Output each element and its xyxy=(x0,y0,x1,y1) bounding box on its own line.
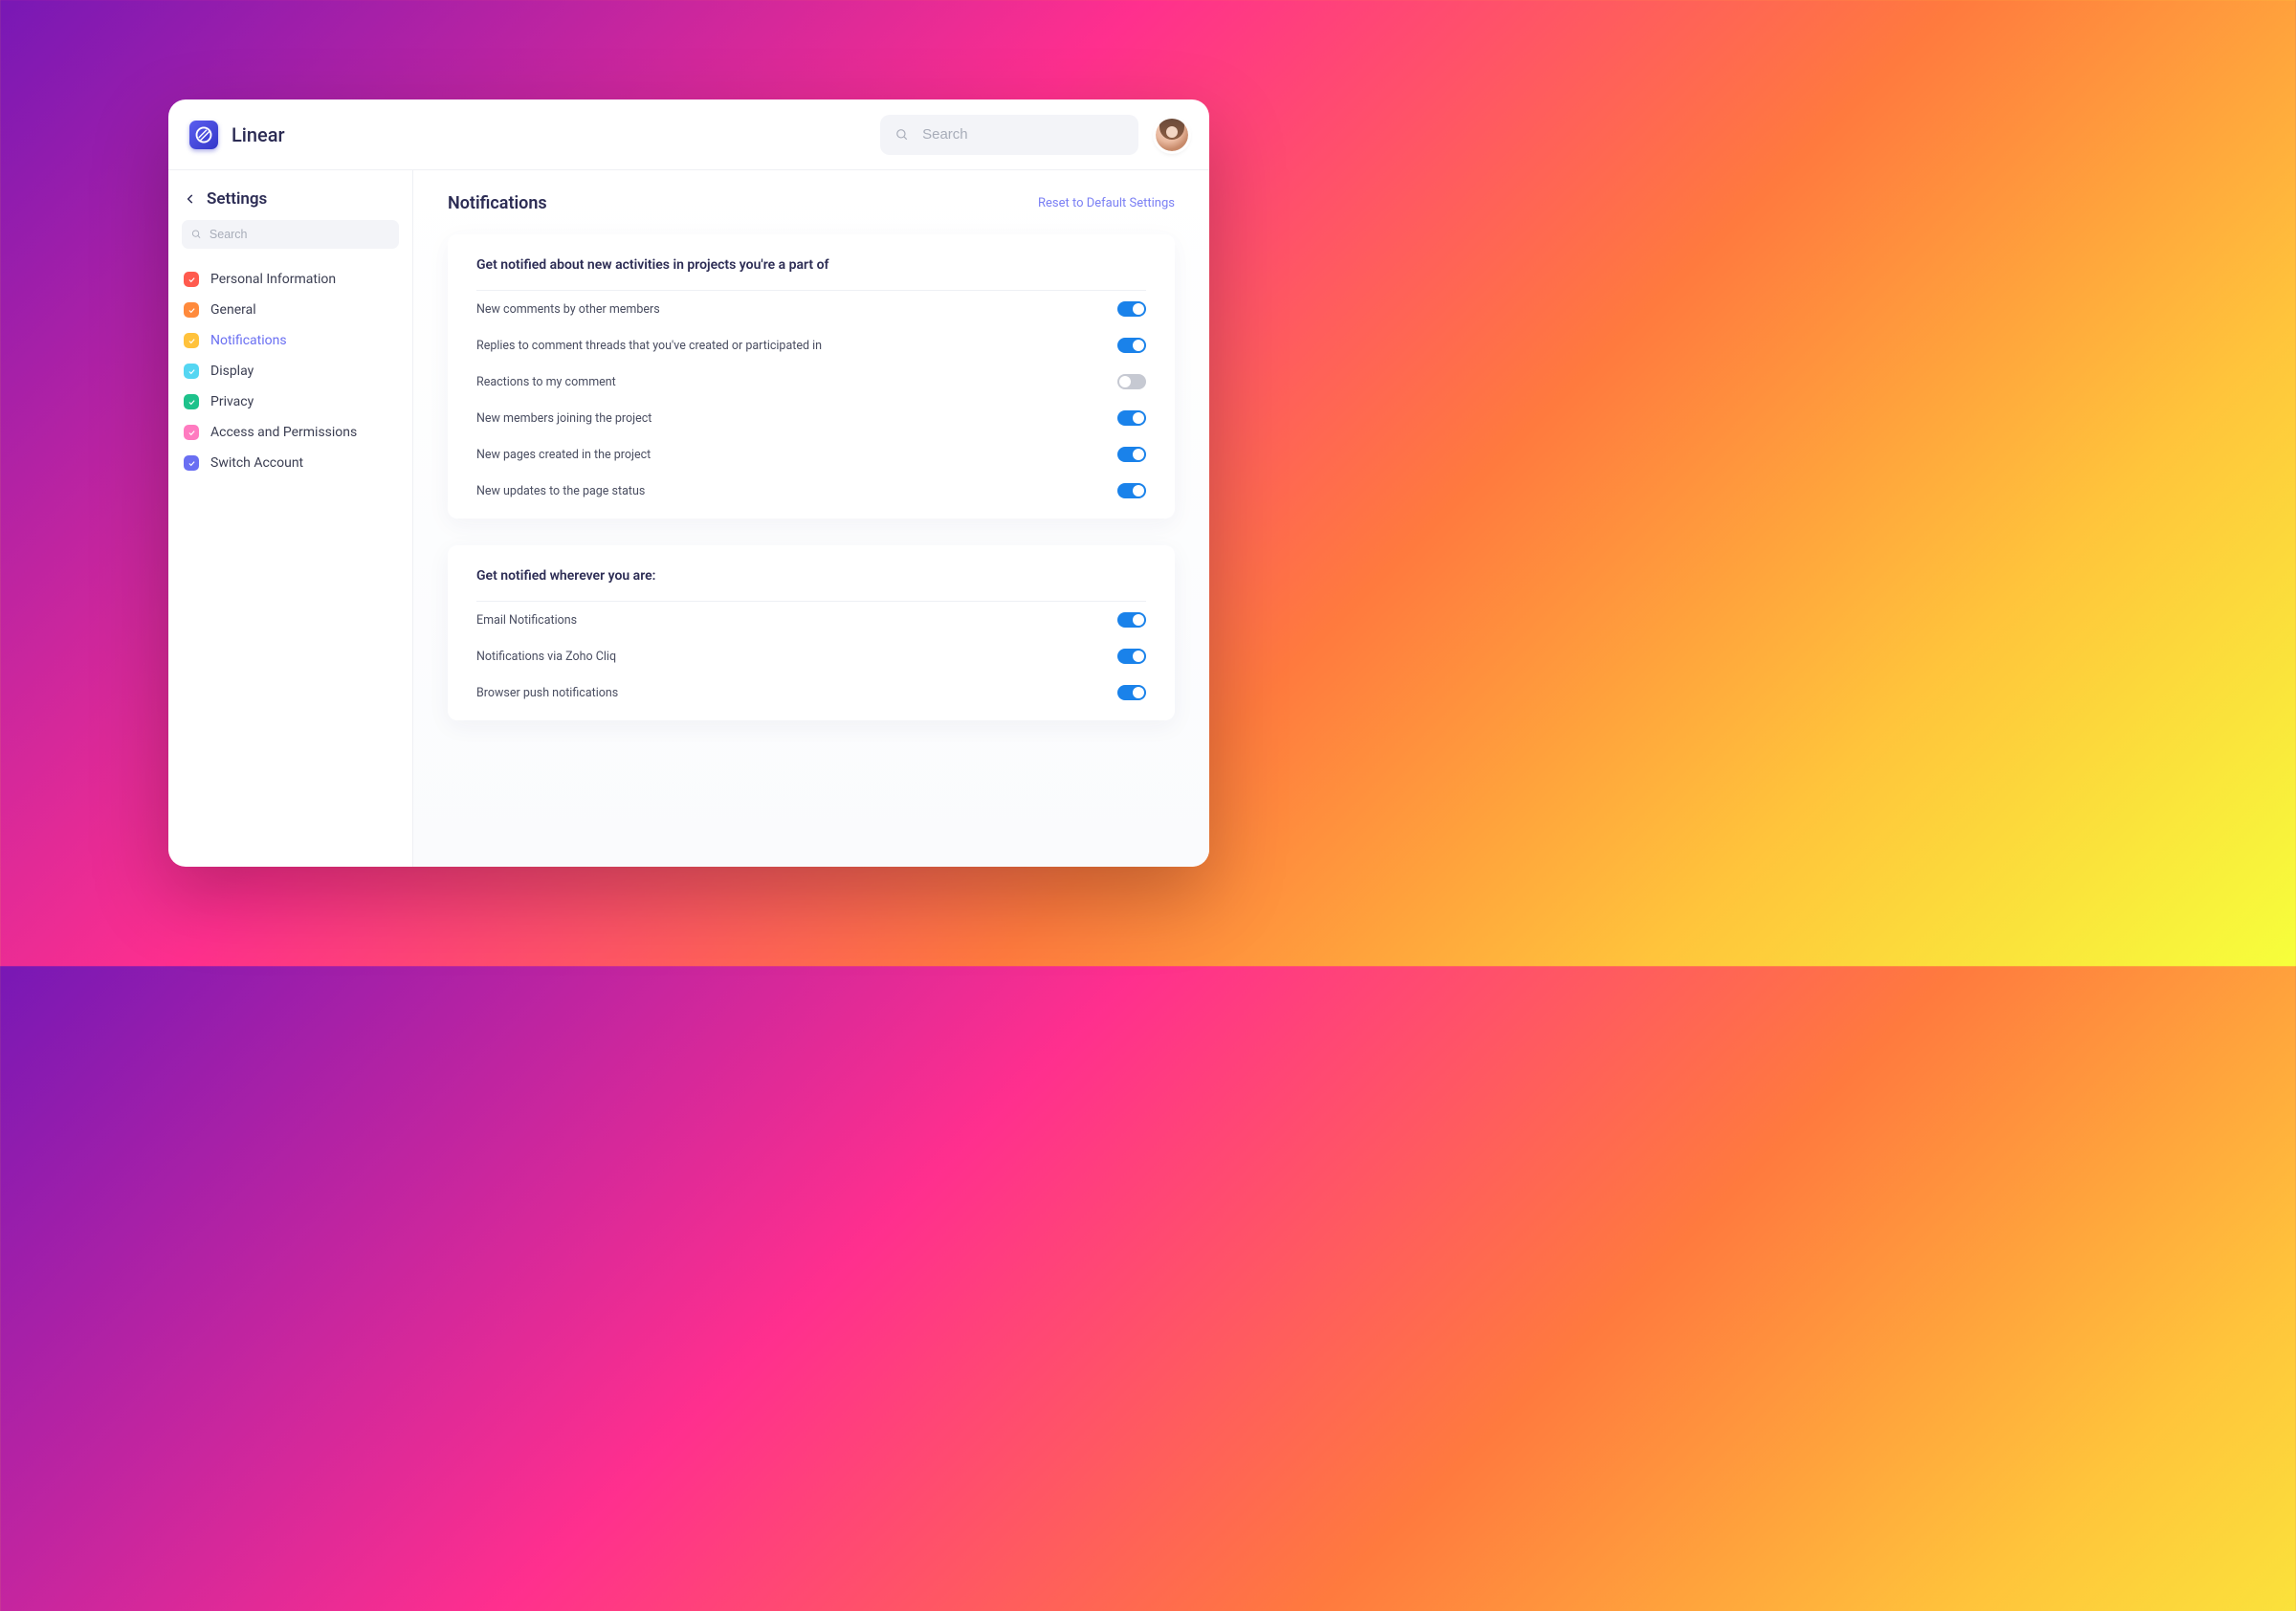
toggle-switch[interactable] xyxy=(1117,301,1146,317)
sidebar-item-label: Personal Information xyxy=(210,272,336,287)
sidebar-search-input[interactable] xyxy=(210,228,389,241)
chevron-left-icon xyxy=(184,192,197,206)
check-icon xyxy=(184,364,199,379)
avatar[interactable] xyxy=(1156,119,1188,151)
setting-label: Email Notifications xyxy=(476,613,577,628)
sidebar: Settings Personal Information General Noti… xyxy=(168,170,413,867)
setting-label: Browser push notifications xyxy=(476,686,618,700)
toggle-switch[interactable] xyxy=(1117,612,1146,628)
setting-row: Email Notifications xyxy=(476,602,1146,638)
sidebar-title: Settings xyxy=(207,189,267,209)
app-logo xyxy=(189,121,218,149)
reset-to-default-link[interactable]: Reset to Default Settings xyxy=(1038,196,1175,210)
setting-row: Reactions to my comment xyxy=(476,364,1146,400)
setting-row: New members joining the project xyxy=(476,400,1146,436)
setting-row: New updates to the page status xyxy=(476,473,1146,509)
card-title: Get notified about new activities in pro… xyxy=(476,257,1146,291)
settings-card: Get notified about new activities in pro… xyxy=(448,234,1175,519)
sidebar-item-label: General xyxy=(210,302,256,318)
setting-label: Replies to comment threads that you've c… xyxy=(476,339,822,353)
settings-cards: Get notified about new activities in pro… xyxy=(448,234,1175,720)
topbar: Linear xyxy=(168,99,1209,170)
setting-label: New updates to the page status xyxy=(476,484,645,498)
search-icon xyxy=(895,127,909,143)
sidebar-item-notifications[interactable]: Notifications xyxy=(182,325,399,356)
toggle-switch[interactable] xyxy=(1117,338,1146,353)
setting-label: New comments by other members xyxy=(476,302,660,317)
sidebar-item-display[interactable]: Display xyxy=(182,356,399,386)
toggle-switch[interactable] xyxy=(1117,374,1146,389)
sidebar-item-privacy[interactable]: Privacy xyxy=(182,386,399,417)
setting-row: Browser push notifications xyxy=(476,674,1146,711)
check-icon xyxy=(184,272,199,287)
toggle-switch[interactable] xyxy=(1117,447,1146,462)
linear-logo-icon xyxy=(195,126,212,143)
toggle-switch[interactable] xyxy=(1117,410,1146,426)
app-name: Linear xyxy=(232,123,285,146)
setting-row: Notifications via Zoho Cliq xyxy=(476,638,1146,674)
setting-row: Replies to comment threads that you've c… xyxy=(476,327,1146,364)
main-header: Notifications Reset to Default Settings xyxy=(448,193,1175,213)
card-title: Get notified wherever you are: xyxy=(476,568,1146,602)
check-icon xyxy=(184,394,199,409)
main-content: Notifications Reset to Default Settings … xyxy=(413,170,1209,867)
sidebar-search[interactable] xyxy=(182,220,399,249)
sidebar-item-general[interactable]: General xyxy=(182,295,399,325)
sidebar-header[interactable]: Settings xyxy=(182,189,399,220)
topbar-search[interactable] xyxy=(880,115,1138,155)
page-title: Notifications xyxy=(448,193,547,213)
setting-label: Notifications via Zoho Cliq xyxy=(476,650,616,664)
sidebar-item-label: Display xyxy=(210,364,254,379)
sidebar-item-switch-account[interactable]: Switch Account xyxy=(182,448,399,478)
setting-row: New comments by other members xyxy=(476,291,1146,327)
check-icon xyxy=(184,333,199,348)
setting-label: Reactions to my comment xyxy=(476,375,616,389)
toggle-switch[interactable] xyxy=(1117,685,1146,700)
sidebar-item-label: Notifications xyxy=(210,333,287,348)
sidebar-nav: Personal Information General Notifications… xyxy=(182,264,399,478)
check-icon xyxy=(184,302,199,318)
topbar-search-input[interactable] xyxy=(922,126,1123,143)
toggle-switch[interactable] xyxy=(1117,649,1146,664)
sidebar-item-personal-information[interactable]: Personal Information xyxy=(182,264,399,295)
sidebar-item-label: Switch Account xyxy=(210,455,303,471)
sidebar-item-label: Access and Permissions xyxy=(210,425,357,440)
toggle-switch[interactable] xyxy=(1117,483,1146,498)
sidebar-item-label: Privacy xyxy=(210,394,254,409)
setting-label: New pages created in the project xyxy=(476,448,651,462)
sidebar-item-access-and-permissions[interactable]: Access and Permissions xyxy=(182,417,399,448)
setting-label: New members joining the project xyxy=(476,411,651,426)
search-icon xyxy=(191,229,202,240)
check-icon xyxy=(184,455,199,471)
check-icon xyxy=(184,425,199,440)
settings-card: Get notified wherever you are: Email Noti… xyxy=(448,545,1175,720)
setting-row: New pages created in the project xyxy=(476,436,1146,473)
app-window: Linear Settings Personal Information Gene… xyxy=(168,99,1209,867)
